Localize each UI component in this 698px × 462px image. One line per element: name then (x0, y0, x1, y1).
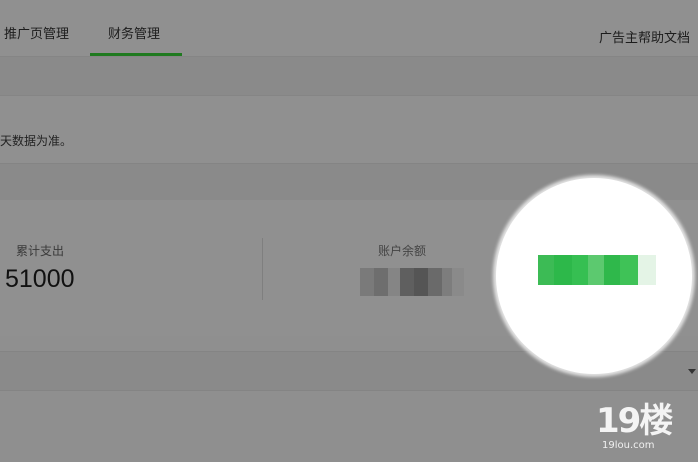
tab-finance-management[interactable]: 财务管理 (108, 27, 160, 43)
site-watermark: 19楼 19lou.com (596, 402, 692, 454)
chevron-down-icon[interactable] (688, 369, 696, 374)
toolbar-band (0, 57, 698, 96)
total-spend-value: 51000 (5, 265, 75, 293)
account-balance-label: 账户余额 (378, 244, 427, 258)
notice-band (0, 96, 698, 163)
top-tab-bar: 推广页管理 财务管理 广告主帮助文档 (0, 0, 698, 57)
watermark-logo: 19楼 (596, 401, 673, 441)
tab-landing-page-management[interactable]: 推广页管理 (4, 27, 69, 43)
advertiser-help-docs-link[interactable]: 广告主帮助文档 (599, 31, 690, 47)
total-spend-label: 累计支出 (16, 244, 65, 258)
stat-divider (262, 238, 263, 300)
notice-text: 天数据为准。 (0, 134, 73, 148)
active-tab-indicator (90, 53, 182, 56)
recharge-button-redacted[interactable] (538, 255, 656, 285)
watermark-domain: 19lou.com (602, 440, 655, 451)
redacted-balance-value (360, 268, 464, 296)
